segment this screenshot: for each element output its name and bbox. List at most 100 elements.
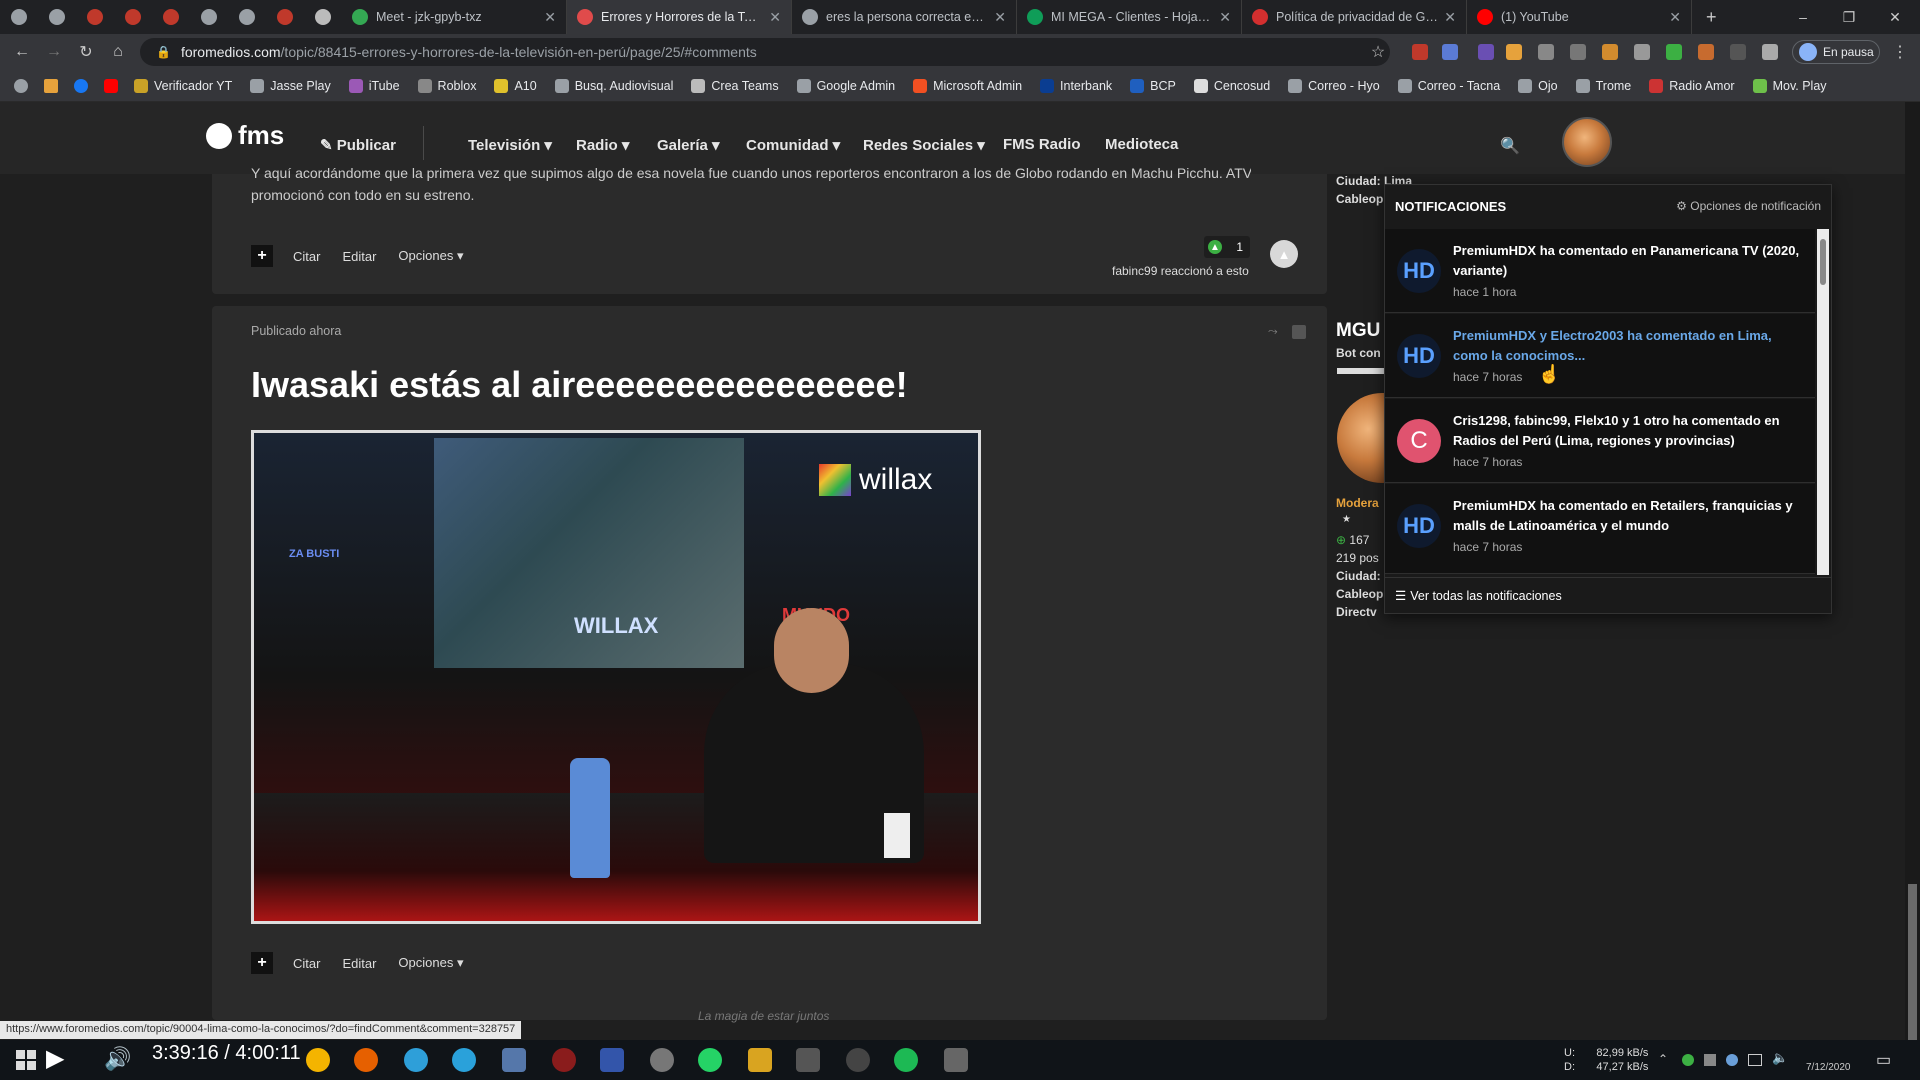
tab-close-icon[interactable]: ✕	[1219, 9, 1231, 26]
notification-item[interactable]: HD PremiumHDX ha comentado en Panamerica…	[1385, 229, 1815, 313]
bookmark-item[interactable]: Busq. Audiovisual	[554, 78, 673, 93]
extension-icon[interactable]	[1602, 44, 1618, 60]
bookmark-item[interactable]: Jasse Play	[250, 78, 331, 93]
bookmark-item[interactable]: A10	[494, 78, 537, 93]
quote-button[interactable]: Citar	[293, 956, 320, 971]
notification-item[interactable]: HD PremiumHDX y Electro2003 ha comentado…	[1385, 314, 1815, 398]
nav-medioteca[interactable]: Medioteca	[1105, 136, 1178, 153]
select-checkbox[interactable]	[1292, 325, 1306, 339]
bookmark-item[interactable]: Cencosud	[1193, 78, 1270, 93]
bookmark-item[interactable]: Mov. Play	[1752, 78, 1827, 93]
facebook-icon[interactable]	[74, 78, 88, 93]
extension-icon[interactable]	[1634, 44, 1650, 60]
bookmark-item[interactable]: Crea Teams	[691, 78, 779, 93]
telegram-icon[interactable]	[452, 1048, 476, 1072]
bookmark-item[interactable]: Correo - Tacna	[1397, 78, 1500, 93]
browser-tab[interactable]: MI MEGA - Clientes - Hojas de ✕	[1017, 0, 1242, 34]
bookmark-star-icon[interactable]: ☆	[1366, 40, 1390, 64]
notification-item[interactable]: C Cris1298, fabinc99, Flelx10 y 1 otro h…	[1385, 399, 1815, 483]
bookmark-item[interactable]: Roblox	[417, 78, 476, 93]
tab-close-icon[interactable]: ✕	[994, 9, 1006, 26]
pinned-tab[interactable]	[0, 0, 38, 34]
volume-icon[interactable]: 🔊	[104, 1046, 131, 1072]
extension-icon[interactable]	[1478, 44, 1494, 60]
tray-chevron-icon[interactable]: ⌃	[1658, 1052, 1668, 1066]
user-avatar[interactable]	[1562, 117, 1612, 167]
view-all-notifications-link[interactable]: ☰ Ver todas las notificaciones	[1385, 577, 1831, 613]
publish-link[interactable]: ✎ Publicar	[320, 136, 396, 154]
pinned-tab[interactable]	[114, 0, 152, 34]
edit-button[interactable]: Editar	[342, 956, 376, 971]
nav-radio[interactable]: Radio ▾	[576, 136, 629, 154]
bookmark-item[interactable]: Ojo	[1518, 78, 1558, 93]
share-icon[interactable]: ⤳	[1268, 324, 1278, 339]
extensions-puzzle-icon[interactable]	[1762, 44, 1778, 60]
bookmark-item[interactable]: Correo - Hyo	[1288, 78, 1380, 93]
bookmark-item[interactable]: Microsoft Admin	[913, 78, 1022, 93]
bookmark-item[interactable]: iTube	[348, 78, 400, 93]
app-icon[interactable]	[650, 1048, 674, 1072]
google-apps-icon[interactable]	[14, 78, 28, 93]
restore-icon[interactable]: ❐	[1826, 0, 1872, 34]
pinned-tab[interactable]	[304, 0, 342, 34]
pinned-tab[interactable]	[76, 0, 114, 34]
reaction-badge[interactable]: ▲ 1	[1204, 236, 1250, 258]
tray-icon[interactable]	[1704, 1054, 1716, 1066]
browser-tab[interactable]: eres la persona correcta en el ✕	[792, 0, 1017, 34]
browser-tab[interactable]: Errores y Horrores de la Televi ✕	[567, 0, 792, 34]
app-icon[interactable]	[944, 1048, 968, 1072]
network-icon[interactable]	[1748, 1054, 1762, 1066]
page-scroll-thumb[interactable]	[1908, 884, 1917, 1064]
app-icon[interactable]	[502, 1048, 526, 1072]
extension-icon[interactable]	[1412, 44, 1428, 60]
tab-close-icon[interactable]: ✕	[1669, 9, 1681, 26]
edge-icon[interactable]	[404, 1048, 428, 1072]
pinned-tab[interactable]	[38, 0, 76, 34]
tab-close-icon[interactable]: ✕	[544, 9, 556, 26]
bookmark-item[interactable]: Interbank	[1040, 78, 1112, 93]
minimize-icon[interactable]: –	[1780, 0, 1826, 34]
search-icon[interactable]: 🔍	[1500, 136, 1520, 156]
app-icon[interactable]	[846, 1048, 870, 1072]
bookmark-item[interactable]: Verificador YT	[134, 78, 232, 93]
home-icon[interactable]: ⌂	[106, 40, 130, 64]
bookmark-item[interactable]: BCP	[1130, 78, 1176, 93]
extension-icon[interactable]	[1506, 44, 1522, 60]
nav-gallery[interactable]: Galería ▾	[657, 136, 720, 154]
multiquote-plus-button[interactable]: +	[251, 952, 273, 974]
address-bar[interactable]: 🔒 foromedios.com/topic/88415-errores-y-h…	[140, 38, 1390, 66]
whatsapp-icon[interactable]	[698, 1048, 722, 1072]
notifications-scrollbar[interactable]	[1817, 229, 1829, 575]
firefox-icon[interactable]	[354, 1048, 378, 1072]
app-icon[interactable]	[552, 1048, 576, 1072]
tab-close-icon[interactable]: ✕	[1444, 9, 1456, 26]
tray-icon[interactable]	[1726, 1054, 1738, 1066]
react-button[interactable]: ▲	[1270, 240, 1298, 268]
extension-icon[interactable]	[1698, 44, 1714, 60]
notification-item[interactable]: HD PremiumHDX ha comentado en Retailers,…	[1385, 484, 1815, 574]
profile-paused-button[interactable]: En pausa	[1792, 40, 1880, 64]
back-icon[interactable]: ←	[10, 40, 34, 64]
quote-button[interactable]: Citar	[293, 249, 320, 264]
bookmark-item[interactable]: Google Admin	[796, 78, 895, 93]
app-icon[interactable]	[796, 1048, 820, 1072]
pinned-tab[interactable]	[228, 0, 266, 34]
author-name[interactable]: MGU	[1336, 320, 1380, 342]
windows-start-icon[interactable]	[16, 1050, 36, 1070]
browser-tab[interactable]: (1) YouTube ✕	[1467, 0, 1692, 34]
browser-tab[interactable]: Meet - jzk-gpyb-txz ✕	[342, 0, 567, 34]
pinned-tab[interactable]	[190, 0, 228, 34]
site-logo[interactable]: fms	[206, 120, 284, 151]
app-icon[interactable]	[600, 1048, 624, 1072]
nav-fms-radio[interactable]: FMS Radio	[1003, 136, 1081, 153]
new-tab-button[interactable]: +	[1706, 7, 1717, 28]
close-window-icon[interactable]: ✕	[1872, 0, 1918, 34]
menu-dots-icon[interactable]: ⋮	[1888, 40, 1912, 64]
bookmark-item[interactable]: Trome	[1575, 78, 1631, 93]
extension-icon[interactable]	[1538, 44, 1554, 60]
youtube-icon[interactable]	[104, 78, 118, 93]
pinned-tab[interactable]	[152, 0, 190, 34]
chrome-icon[interactable]	[306, 1048, 330, 1072]
forward-icon[interactable]: →	[42, 40, 66, 64]
play-icon[interactable]: ▶	[46, 1044, 64, 1073]
